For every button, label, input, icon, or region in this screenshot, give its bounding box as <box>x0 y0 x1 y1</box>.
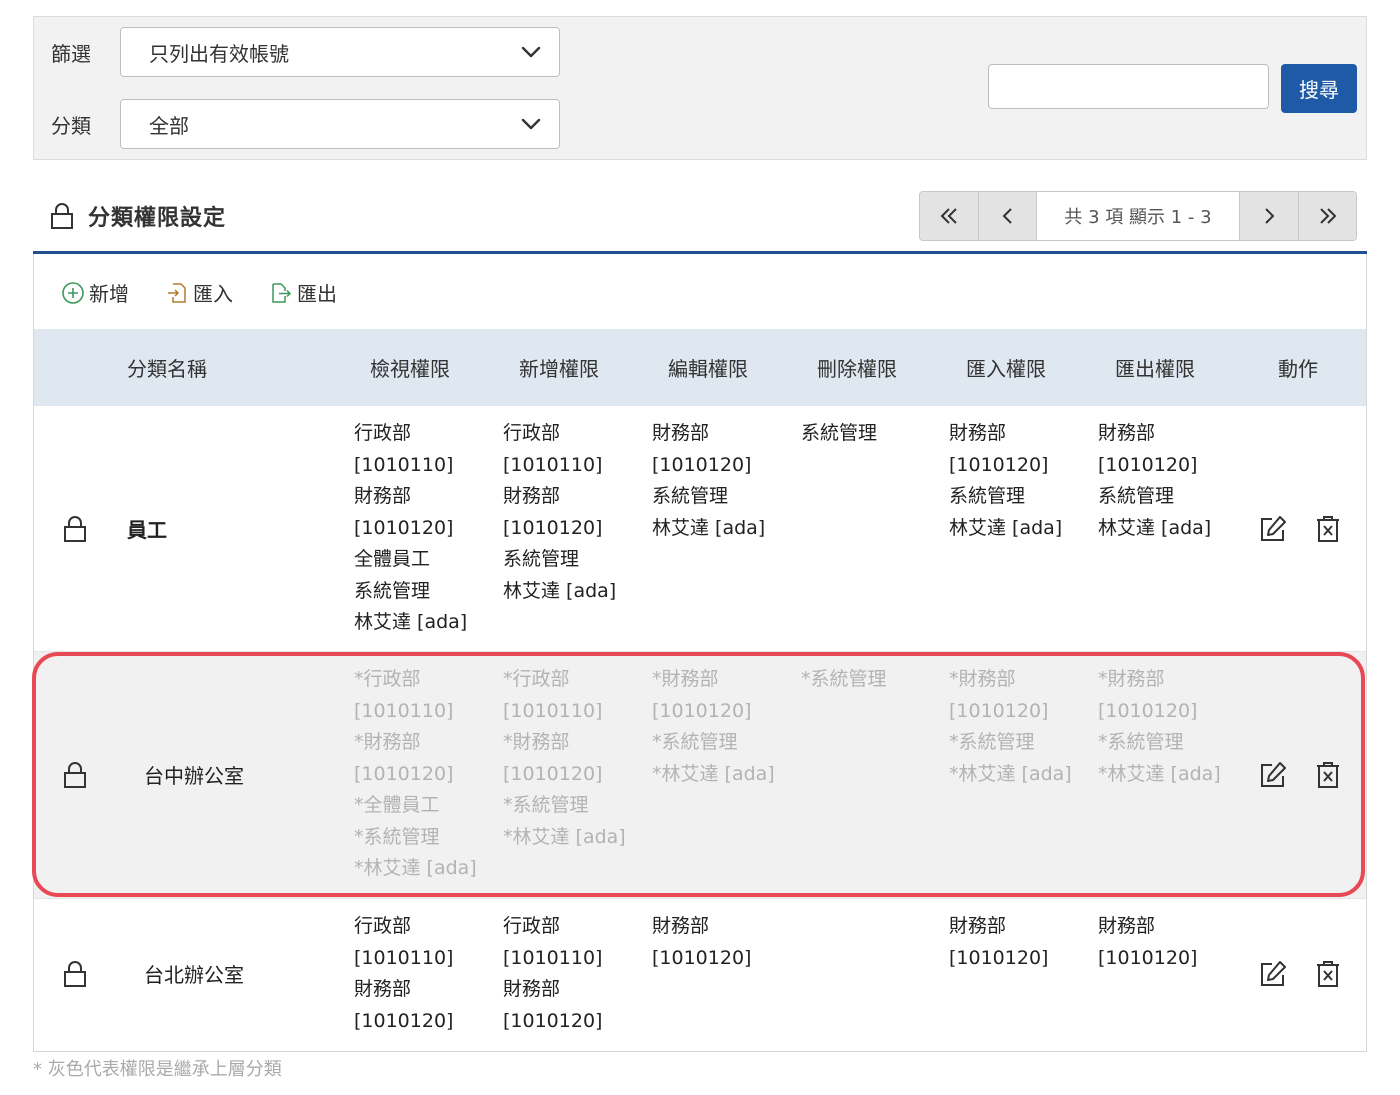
filter-select[interactable]: 只列出有效帳號 <box>120 27 560 77</box>
import-permission: 財務部 [1010120] <box>949 915 1049 969</box>
search-button[interactable]: 搜尋 <box>1281 64 1357 113</box>
pager-info: 共 3 項 顯示 1 - 3 <box>1036 192 1240 240</box>
col-header-add: 新增權限 <box>519 357 599 381</box>
lock-icon <box>64 762 86 788</box>
lock-icon <box>51 203 73 229</box>
delete-icon[interactable] <box>1313 514 1343 544</box>
edit-icon[interactable] <box>1258 760 1288 790</box>
export-permission: *財務部 [1010120] *系統管理 *林艾達 [ada] <box>1098 668 1221 785</box>
view-permission: *行政部 [1010110] *財務部 [1010120] *全體員工 *系統管理 *林艾達… <box>354 668 477 879</box>
prev-page-icon <box>1002 208 1012 224</box>
import-permission: *財務部 [1010120] *系統管理 *林艾達 [ada] <box>949 668 1072 785</box>
table-header: 分類名稱 檢視權限 新增權限 編輯權限 刪除權限 匯入權限 匯出權限 動作 <box>34 329 1366 406</box>
col-header-view: 檢視權限 <box>370 357 450 381</box>
category-name: 員工 <box>127 518 167 542</box>
search-input[interactable] <box>988 64 1269 109</box>
import-button[interactable]: 匯入 <box>165 278 233 307</box>
view-permission: 行政部 [1010110] 財務部 [1010120] 全體員工 系統管理 林艾達 [ada… <box>354 422 468 633</box>
add-permission: *行政部 [1010110] *財務部 [1010120] *系統管理 *林艾達 [ada… <box>503 668 626 848</box>
pagination: 共 3 項 顯示 1 - 3 <box>919 191 1357 241</box>
next-page-icon <box>1265 208 1275 224</box>
category-name: 台中辦公室 <box>144 764 244 788</box>
permission-table: 新增 匯入 匯出 分類名稱 檢視權限 新增權限 編輯權限 刪除權限 匯入權限 匯… <box>33 254 1367 1052</box>
footnote: * 灰色代表權限是繼承上層分類 <box>33 1059 282 1080</box>
table-row[interactable]: 員工 行政部 [1010110] 財務部 [1010120] 全體員工 系統管理 林艾達 [… <box>34 406 1366 651</box>
filter-panel: 篩選 只列出有效帳號 分類 全部 搜尋 <box>33 16 1367 160</box>
col-header-name[interactable]: 分類名稱 <box>127 329 207 406</box>
export-permission: 財務部 [1010120] <box>1098 915 1198 969</box>
import-permission: 財務部 [1010120] 系統管理 林艾達 [ada] <box>949 422 1063 539</box>
col-header-edit: 編輯權限 <box>668 357 748 381</box>
page-title: 分類權限設定 <box>88 206 227 231</box>
edit-icon[interactable] <box>1258 514 1288 544</box>
chevron-down-icon <box>521 118 541 130</box>
delete-icon[interactable] <box>1313 959 1343 989</box>
section-title: 分類權限設定 <box>50 200 226 232</box>
table-toolbar: 新增 匯入 匯出 <box>61 278 337 307</box>
export-icon <box>272 282 292 303</box>
lock-icon <box>64 516 86 542</box>
filter-label: 篩選 <box>51 41 91 66</box>
last-page-button[interactable] <box>1298 192 1356 240</box>
export-permission: 財務部 [1010120] 系統管理 林艾達 [ada] <box>1098 422 1212 539</box>
category-select[interactable]: 全部 <box>120 99 560 149</box>
prev-page-button[interactable] <box>978 192 1036 240</box>
edit-permission: 財務部 [1010120] 系統管理 林艾達 [ada] <box>652 422 766 539</box>
table-row[interactable]: 台北辦公室 行政部 [1010110] 財務部 [1010120] 行政部 [10101… <box>34 898 1366 1050</box>
category-label: 分類 <box>51 113 91 138</box>
add-label: 新增 <box>89 282 129 306</box>
export-button[interactable]: 匯出 <box>269 278 337 307</box>
add-circle-icon <box>62 281 84 304</box>
last-page-icon <box>1319 208 1336 224</box>
lock-icon <box>64 961 86 987</box>
add-button[interactable]: 新增 <box>61 278 129 307</box>
category-select-value: 全部 <box>149 113 189 138</box>
view-permission: 行政部 [1010110] 財務部 [1010120] <box>354 915 454 1032</box>
export-label: 匯出 <box>297 282 337 306</box>
table-row[interactable]: 台中辦公室 *行政部 [1010110] *財務部 [1010120] *全體員工 *系統… <box>34 651 1366 898</box>
col-header-action: 動作 <box>1278 357 1318 381</box>
add-permission: 行政部 [1010110] 財務部 [1010120] <box>503 915 603 1032</box>
category-name: 台北辦公室 <box>144 963 244 987</box>
add-permission: 行政部 [1010110] 財務部 [1010120] 系統管理 林艾達 [ada] <box>503 422 617 602</box>
import-icon <box>168 282 186 303</box>
edit-permission: *財務部 [1010120] *系統管理 *林艾達 [ada] <box>652 668 775 785</box>
chevron-down-icon <box>521 46 541 58</box>
category-row: 分類 全部 <box>34 99 560 149</box>
edit-permission: 財務部 [1010120] <box>652 915 752 969</box>
col-header-export: 匯出權限 <box>1115 357 1195 381</box>
edit-icon[interactable] <box>1258 959 1288 989</box>
delete-icon[interactable] <box>1313 760 1343 790</box>
import-label: 匯入 <box>193 282 233 306</box>
col-header-delete: 刪除權限 <box>817 357 897 381</box>
first-page-icon <box>940 208 957 224</box>
delete-permission: 系統管理 <box>801 422 878 444</box>
first-page-button[interactable] <box>920 192 978 240</box>
col-header-import: 匯入權限 <box>966 357 1046 381</box>
filter-select-value: 只列出有效帳號 <box>149 41 289 66</box>
next-page-button[interactable] <box>1240 192 1298 240</box>
filter-row: 篩選 只列出有效帳號 <box>34 27 560 77</box>
delete-permission: *系統管理 <box>801 668 887 690</box>
